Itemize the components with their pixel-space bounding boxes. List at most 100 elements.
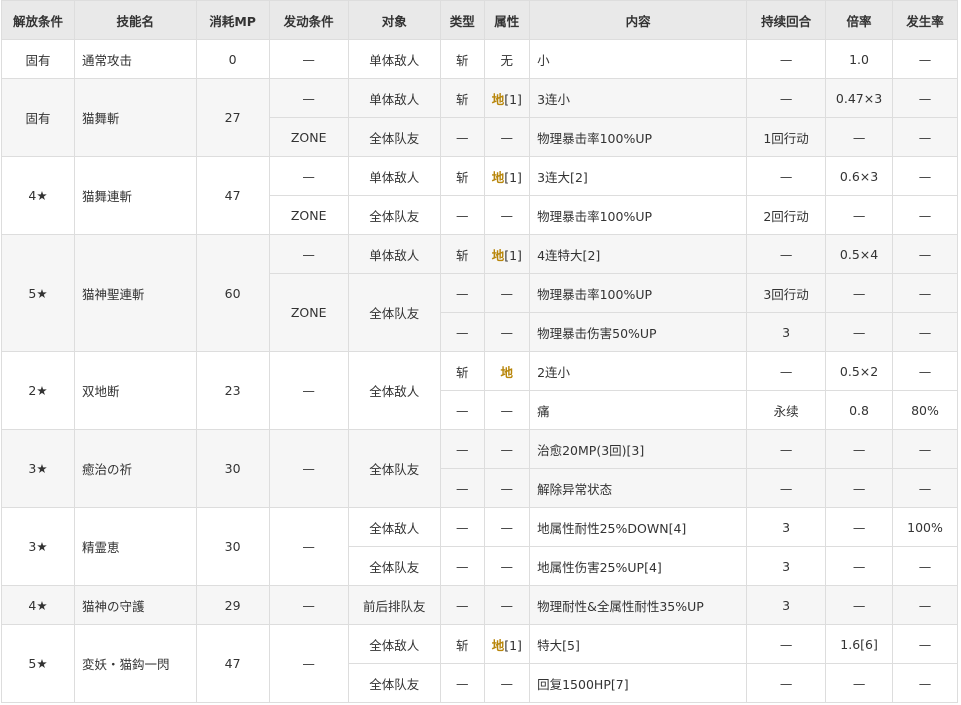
type-cell: 斩 [439,624,485,664]
trigger-cell: — [268,156,349,196]
content-cell: 物理暴击率100%UP [529,117,748,157]
attribute-footnote: [1] [504,247,522,263]
trigger-cell: — [268,507,349,586]
type-cell: — [439,507,485,547]
mp-cell: 47 [195,624,270,703]
skill-name-cell: 猫神の守護 [73,585,197,625]
unlock-cell: 5★ [1,624,75,703]
unlock-cell: 固有 [1,78,75,157]
attribute-cell: — [483,273,531,313]
trigger-cell: — [268,585,349,625]
rate-cell: — [825,429,894,469]
table-row: 4★ 猫神の守護 29 — 前后排队友 — — 物理耐性&全属性耐性35%UP … [1,585,958,625]
type-cell: — [439,663,485,703]
rate-cell: — [825,546,894,586]
chance-cell: — [892,429,958,469]
attribute-cell: — [483,117,531,157]
header-duration: 持续回合 [746,0,827,40]
type-cell: 斩 [439,39,485,79]
attribute-cell: — [483,195,531,235]
duration-cell: — [746,78,827,118]
duration-cell: 3 [746,507,827,547]
skill-name-cell: 猫舞連斬 [73,156,197,235]
content-cell: 地属性耐性25%DOWN[4] [529,507,748,547]
header-target: 对象 [347,0,441,40]
chance-cell: — [892,39,958,79]
attribute-cell: 地[1] [483,156,531,196]
unlock-cell: 2★ [1,351,75,430]
attribute-footnote: [1] [504,91,522,107]
unlock-cell: 3★ [1,429,75,508]
rate-cell: — [825,507,894,547]
duration-cell: — [746,663,827,703]
type-cell: — [439,312,485,352]
header-trigger: 发动条件 [268,0,349,40]
table-row: 5★ 猫神聖連斬 60 — 单体敌人 斩 地[1] 4连特大[2] — 0.5×… [1,234,958,352]
attribute-value: 地 [491,169,505,185]
chance-cell: — [892,156,958,196]
table-row: 5★ 変妖・猫鈎一閃 47 — 全体敌人 斩 地[1] 特大[5] — 1.6[… [1,624,958,703]
chance-cell: 80% [892,390,958,430]
content-cell: 3连大[2] [529,156,748,196]
content-cell: 物理暴击率100%UP [529,273,748,313]
attribute-footnote: [1] [504,637,522,653]
content-cell: 物理耐性&全属性耐性35%UP [529,585,748,625]
type-cell: — [439,195,485,235]
attribute-footnote: [1] [504,169,522,185]
mp-cell: 60 [195,234,270,352]
target-cell: 全体队友 [347,429,441,508]
duration-cell: — [746,624,827,664]
chance-cell: — [892,351,958,391]
header-type: 类型 [439,0,485,40]
target-cell: 全体队友 [347,546,441,586]
target-cell: 前后排队友 [347,585,441,625]
table-row: 3★ 癒治の祈 30 — 全体队友 — — 治愈20MP(3回)[3] — — … [1,429,958,508]
content-cell: 痛 [529,390,748,430]
unlock-cell: 4★ [1,585,75,625]
attribute-value: 地 [491,247,505,263]
target-cell: 单体敌人 [347,234,441,274]
skill-name-cell: 変妖・猫鈎一閃 [73,624,197,703]
target-cell: 单体敌人 [347,156,441,196]
content-cell: 3连小 [529,78,748,118]
trigger-cell: — [268,624,349,703]
unlock-cell: 固有 [1,39,75,79]
target-cell: 全体敌人 [347,507,441,547]
attribute-cell: — [483,312,531,352]
attribute-value: 无 [500,52,514,68]
rate-cell: — [825,117,894,157]
duration-cell: — [746,156,827,196]
chance-cell: — [892,312,958,352]
rate-cell: — [825,468,894,508]
unlock-cell: 4★ [1,156,75,235]
content-cell: 小 [529,39,748,79]
attribute-cell: — [483,468,531,508]
type-cell: 斩 [439,156,485,196]
type-cell: 斩 [439,234,485,274]
trigger-cell: ZONE [268,117,349,157]
rate-cell: — [825,585,894,625]
header-chance: 发生率 [892,0,958,40]
type-cell: 斩 [439,78,485,118]
attribute-cell: — [483,585,531,625]
chance-cell: — [892,585,958,625]
target-cell: 全体敌人 [347,624,441,664]
duration-cell: — [746,429,827,469]
table-row: 4★ 猫舞連斬 47 — 单体敌人 斩 地[1] 3连大[2] — 0.6×3 … [1,156,958,235]
skill-name-cell: 猫舞斬 [73,78,197,157]
chance-cell: — [892,546,958,586]
trigger-cell: ZONE [268,273,349,352]
rate-cell: — [825,195,894,235]
mp-cell: 47 [195,156,270,235]
mp-cell: 30 [195,507,270,586]
chance-cell: — [892,117,958,157]
mp-cell: 23 [195,351,270,430]
attribute-cell: 地[1] [483,624,531,664]
content-cell: 2连小 [529,351,748,391]
content-cell: 物理暴击率100%UP [529,195,748,235]
table-row: 2★ 双地断 23 — 全体敌人 斩 地 2连小 — 0.5×2 — [1,351,958,430]
type-cell: — [439,468,485,508]
duration-cell: 3 [746,546,827,586]
attribute-cell: 地[1] [483,78,531,118]
duration-cell: 1回行动 [746,117,827,157]
